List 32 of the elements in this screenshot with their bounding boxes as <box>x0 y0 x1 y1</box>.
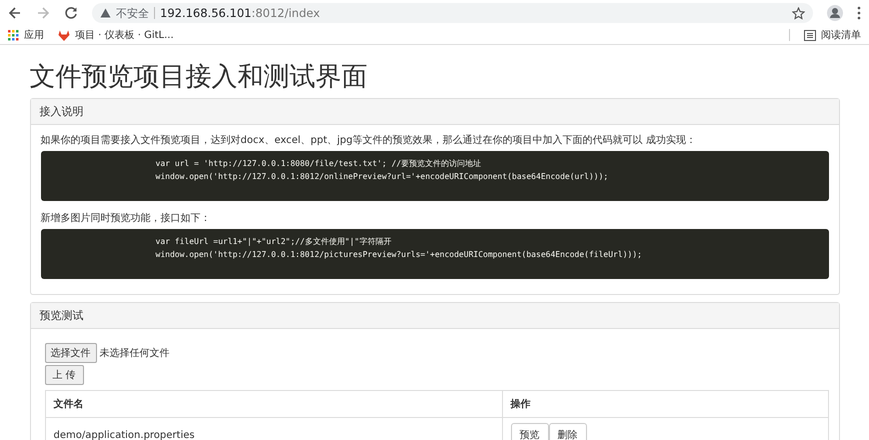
panel-heading: 预览测试 <box>30 303 838 329</box>
column-header: 文件名 <box>45 390 502 418</box>
panel-heading: 接入说明 <box>30 99 838 125</box>
table-cell: demo/application.properties <box>45 418 502 440</box>
action-button[interactable]: 预览 <box>510 423 548 440</box>
code-line: var url = 'http://127.0.0.1:8080/file/test.txt'; //要预览文件的访问地址 <box>156 158 482 170</box>
list-icon <box>804 30 816 40</box>
bookmark[interactable]: 应用 <box>8 28 44 42</box>
code-line: var fileUrl =url1+"|"+"url2";//多文件使用"|"字符隔开 <box>156 236 392 248</box>
more-icon[interactable] <box>857 6 861 20</box>
star-icon[interactable] <box>792 6 805 20</box>
choose-file-button[interactable]: 选择文件 <box>44 343 96 363</box>
upload-button[interactable]: 上 传 <box>44 365 84 385</box>
avatar-icon[interactable] <box>827 5 843 21</box>
action-button[interactable]: 删除 <box>548 423 586 440</box>
reload-icon[interactable] <box>64 6 78 20</box>
fox-icon <box>58 30 70 40</box>
code-line: window.open('http://127.0.0.1:8012/onlinePreview?url='+encodeURIComponent(base64Encode(url))); <box>156 171 610 183</box>
file-status: 未选择任何文件 <box>100 346 170 360</box>
security-label: 不安全 <box>116 6 149 20</box>
column-header: 操作 <box>502 390 828 418</box>
bookmark[interactable]: 项目 · 仪表板 · GitL... <box>58 28 174 42</box>
paragraph: 新增多图片同时预览功能，接口如下： <box>40 212 212 225</box>
paragraph: 如果你的项目需要接入文件预览项目，达到对docx、excel、ppt、jpg等文件的预览效果，那么通过在你的项目中加入下面的代码就可以 成功实现： <box>40 134 697 147</box>
url-text: 192.168.56.101:8012/index <box>160 6 320 20</box>
warning-icon[interactable] <box>100 8 111 18</box>
address-bar[interactable]: 不安全 192.168.56.101:8012/index <box>92 3 813 23</box>
reading-list[interactable]: 阅读清单 <box>804 28 861 42</box>
code-line: window.open('http://127.0.0.1:8012/picturesPreview?urls='+encodeURIComponent(base64Encode(fileUrl))); <box>156 249 643 261</box>
grid-icon <box>8 30 19 40</box>
page-title: 文件预览项目接入和测试界面 <box>30 61 368 94</box>
back-icon[interactable] <box>8 6 22 20</box>
